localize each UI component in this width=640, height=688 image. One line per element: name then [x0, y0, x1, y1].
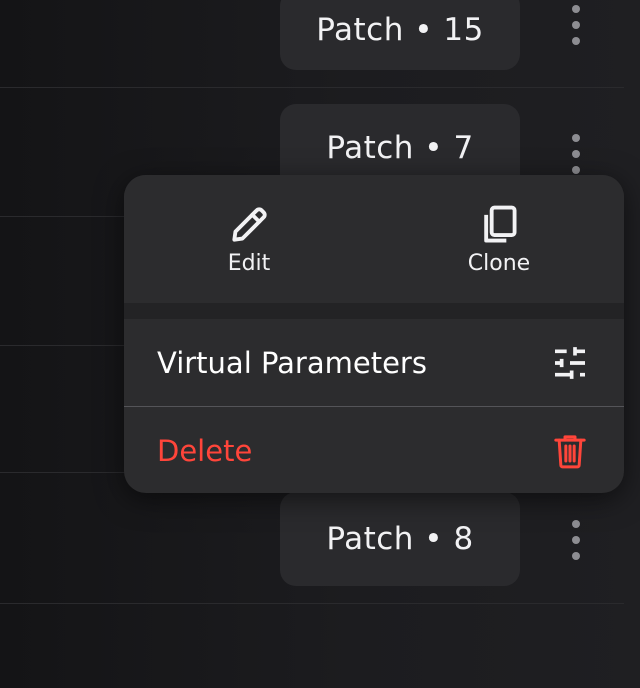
- edit-label: Edit: [227, 251, 271, 276]
- patch-label: Patch • 7: [326, 130, 474, 166]
- menu-separator: [124, 303, 624, 319]
- clone-button[interactable]: Clone: [419, 195, 579, 295]
- copy-icon: [484, 205, 517, 243]
- edit-button[interactable]: Edit: [169, 195, 329, 295]
- delete-label: Delete: [157, 433, 253, 468]
- trash-icon: [554, 434, 586, 468]
- pencil-icon: [232, 207, 267, 242]
- delete-item[interactable]: Delete: [124, 407, 624, 493]
- clone-label: Clone: [467, 251, 531, 276]
- patch-button[interactable]: Patch • 15: [280, 0, 520, 70]
- patch-button[interactable]: Patch • 8: [280, 492, 520, 586]
- patch-label: Patch • 8: [326, 521, 474, 557]
- more-vertical-icon[interactable]: [566, 5, 586, 45]
- sliders-icon: [555, 346, 585, 379]
- virtual-parameters-label: Virtual Parameters: [157, 345, 427, 380]
- context-menu: Edit Clone Virtual Parameters Delete: [124, 175, 624, 493]
- patch-label: Patch • 15: [316, 12, 484, 48]
- virtual-parameters-item[interactable]: Virtual Parameters: [124, 319, 624, 406]
- more-vertical-icon[interactable]: [566, 134, 586, 174]
- more-vertical-icon[interactable]: [566, 520, 586, 560]
